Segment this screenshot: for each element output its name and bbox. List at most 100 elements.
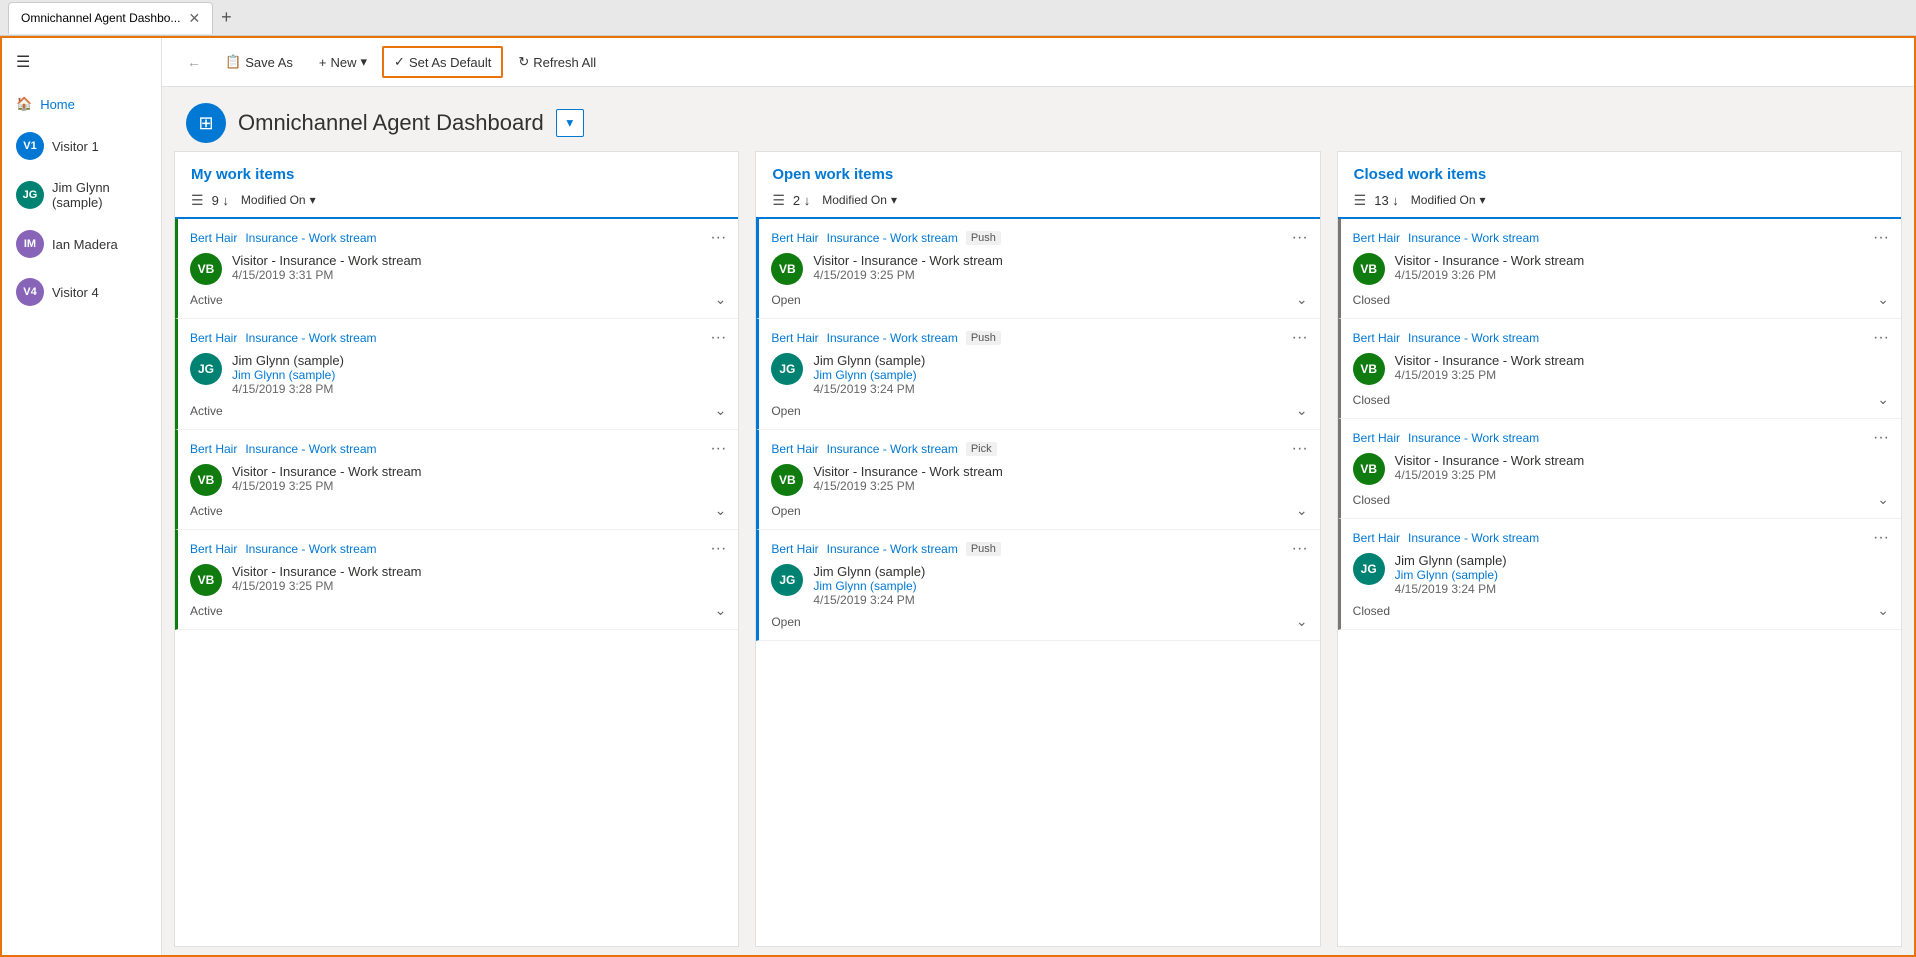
- item-title: Jim Glynn (sample): [813, 353, 925, 368]
- item-time: 4/15/2019 3:25 PM: [1395, 368, 1585, 382]
- sidebar-item-v4[interactable]: V4 Visitor 4: [2, 268, 161, 316]
- item-footer: Closed ⌄: [1353, 602, 1889, 619]
- expand-icon[interactable]: ⌄: [1877, 391, 1889, 408]
- item-status: Active: [190, 293, 223, 307]
- refresh-all-button[interactable]: ↻ Refresh All: [507, 47, 607, 77]
- agent-name[interactable]: Bert Hair: [1353, 331, 1400, 345]
- item-time: 4/15/2019 3:25 PM: [232, 579, 422, 593]
- new-tab-button[interactable]: +: [221, 7, 232, 28]
- work-item-header: Bert Hair Insurance - Work stream ···: [1353, 329, 1889, 347]
- item-title: Visitor - Insurance - Work stream: [1395, 253, 1585, 268]
- item-avatar: VB: [190, 464, 222, 496]
- more-options-icon[interactable]: ···: [710, 540, 726, 558]
- item-status: Active: [190, 404, 223, 418]
- work-stream: Insurance - Work stream: [827, 331, 958, 345]
- item-title: Visitor - Insurance - Work stream: [813, 464, 1003, 479]
- column-header-open-work: Open work items ☰ 2 ↓ Modified On ▾: [756, 152, 1319, 219]
- work-item: Bert Hair Insurance - Work stream ··· JG…: [1338, 519, 1901, 630]
- sort-button-open-work[interactable]: Modified On ▾: [818, 191, 901, 209]
- item-subtitle[interactable]: Jim Glynn (sample): [232, 368, 344, 382]
- more-options-icon[interactable]: ···: [1873, 229, 1889, 247]
- item-title: Visitor - Insurance - Work stream: [232, 253, 422, 268]
- item-subtitle[interactable]: Jim Glynn (sample): [813, 368, 925, 382]
- work-item-body: VB Visitor - Insurance - Work stream 4/1…: [771, 253, 1307, 285]
- agent-name[interactable]: Bert Hair: [1353, 231, 1400, 245]
- new-button[interactable]: + New ▾: [308, 47, 378, 77]
- agent-name[interactable]: Bert Hair: [1353, 531, 1400, 545]
- sidebar-item-home[interactable]: 🏠 Home: [2, 86, 161, 122]
- page-title-dropdown-button[interactable]: ▾: [556, 109, 584, 137]
- sort-button-closed-work[interactable]: Modified On ▾: [1407, 191, 1490, 209]
- set-as-default-button[interactable]: ✓ Set As Default: [382, 46, 503, 78]
- agent-name[interactable]: Bert Hair: [190, 442, 237, 456]
- item-time: 4/15/2019 3:25 PM: [813, 479, 1003, 493]
- items-list-my-work: Bert Hair Insurance - Work stream ··· VB…: [175, 219, 738, 946]
- more-options-icon[interactable]: ···: [710, 229, 726, 247]
- item-subtitle[interactable]: Jim Glynn (sample): [1395, 568, 1507, 582]
- expand-icon[interactable]: ⌄: [1296, 502, 1308, 519]
- item-subtitle[interactable]: Jim Glynn (sample): [813, 579, 925, 593]
- more-options-icon[interactable]: ···: [710, 329, 726, 347]
- item-info: Visitor - Insurance - Work stream 4/15/2…: [232, 564, 422, 593]
- agent-name[interactable]: Bert Hair: [771, 231, 818, 245]
- column-controls-my-work: ☰ 9 ↓ Modified On ▾: [191, 191, 722, 209]
- work-item: Bert Hair Insurance - Work stream ··· VB…: [1338, 419, 1901, 519]
- item-time: 4/15/2019 3:24 PM: [813, 593, 925, 607]
- item-info: Visitor - Insurance - Work stream 4/15/2…: [1395, 353, 1585, 382]
- agent-name[interactable]: Bert Hair: [190, 542, 237, 556]
- agent-name[interactable]: Bert Hair: [771, 331, 818, 345]
- item-status: Open: [771, 615, 800, 629]
- work-item-body: VB Visitor - Insurance - Work stream 4/1…: [190, 253, 726, 285]
- sort-button-my-work[interactable]: Modified On ▾: [237, 191, 320, 209]
- expand-icon[interactable]: ⌄: [1296, 613, 1308, 630]
- item-info: Jim Glynn (sample) Jim Glynn (sample) 4/…: [232, 353, 344, 396]
- work-item: Bert Hair Insurance - Work stream ··· VB…: [175, 430, 738, 530]
- work-item-meta: Bert Hair Insurance - Work stream: [1353, 331, 1540, 345]
- expand-icon[interactable]: ⌄: [715, 602, 727, 619]
- sort-label-my-work: Modified On: [241, 193, 306, 207]
- work-item-meta: Bert Hair Insurance - Work stream Pick: [771, 442, 996, 456]
- agent-name[interactable]: Bert Hair: [190, 331, 237, 345]
- dashboard-icon: ⊞: [198, 113, 213, 134]
- agent-name[interactable]: Bert Hair: [771, 442, 818, 456]
- avatar-im: IM: [16, 230, 44, 258]
- work-item-body: VB Visitor - Insurance - Work stream 4/1…: [1353, 353, 1889, 385]
- item-time: 4/15/2019 3:25 PM: [232, 479, 422, 493]
- column-open-work: Open work items ☰ 2 ↓ Modified On ▾ Bert…: [755, 151, 1320, 947]
- save-as-button[interactable]: 📋 Save As: [214, 47, 304, 77]
- expand-icon[interactable]: ⌄: [1877, 291, 1889, 308]
- sidebar-item-v1[interactable]: V1 Visitor 1: [2, 122, 161, 170]
- sidebar-item-jg[interactable]: JG Jim Glynn (sample): [2, 170, 161, 220]
- expand-icon[interactable]: ⌄: [715, 402, 727, 419]
- item-status: Active: [190, 604, 223, 618]
- item-status: Open: [771, 504, 800, 518]
- more-options-icon[interactable]: ···: [1292, 229, 1308, 247]
- more-options-icon[interactable]: ···: [1873, 429, 1889, 447]
- expand-icon[interactable]: ⌄: [715, 502, 727, 519]
- expand-icon[interactable]: ⌄: [715, 291, 727, 308]
- tab-close-icon[interactable]: ✕: [188, 10, 200, 27]
- more-options-icon[interactable]: ···: [1873, 329, 1889, 347]
- more-options-icon[interactable]: ···: [1292, 329, 1308, 347]
- item-avatar: VB: [1353, 253, 1385, 285]
- item-title: Visitor - Insurance - Work stream: [1395, 353, 1585, 368]
- expand-icon[interactable]: ⌄: [1296, 291, 1308, 308]
- browser-tab[interactable]: Omnichannel Agent Dashbo... ✕: [8, 2, 213, 34]
- hamburger-menu[interactable]: ☰: [2, 38, 161, 86]
- more-options-icon[interactable]: ···: [1292, 440, 1308, 458]
- item-time: 4/15/2019 3:24 PM: [813, 382, 925, 396]
- item-status: Closed: [1353, 493, 1390, 507]
- work-item-header: Bert Hair Insurance - Work stream Pick ·…: [771, 440, 1307, 458]
- agent-name[interactable]: Bert Hair: [190, 231, 237, 245]
- agent-name[interactable]: Bert Hair: [771, 542, 818, 556]
- item-status: Closed: [1353, 393, 1390, 407]
- expand-icon[interactable]: ⌄: [1877, 491, 1889, 508]
- expand-icon[interactable]: ⌄: [1296, 402, 1308, 419]
- agent-name[interactable]: Bert Hair: [1353, 431, 1400, 445]
- more-options-icon[interactable]: ···: [1292, 540, 1308, 558]
- more-options-icon[interactable]: ···: [1873, 529, 1889, 547]
- more-options-icon[interactable]: ···: [710, 440, 726, 458]
- sidebar-item-im[interactable]: IM Ian Madera: [2, 220, 161, 268]
- back-button[interactable]: ←: [178, 47, 210, 77]
- expand-icon[interactable]: ⌄: [1877, 602, 1889, 619]
